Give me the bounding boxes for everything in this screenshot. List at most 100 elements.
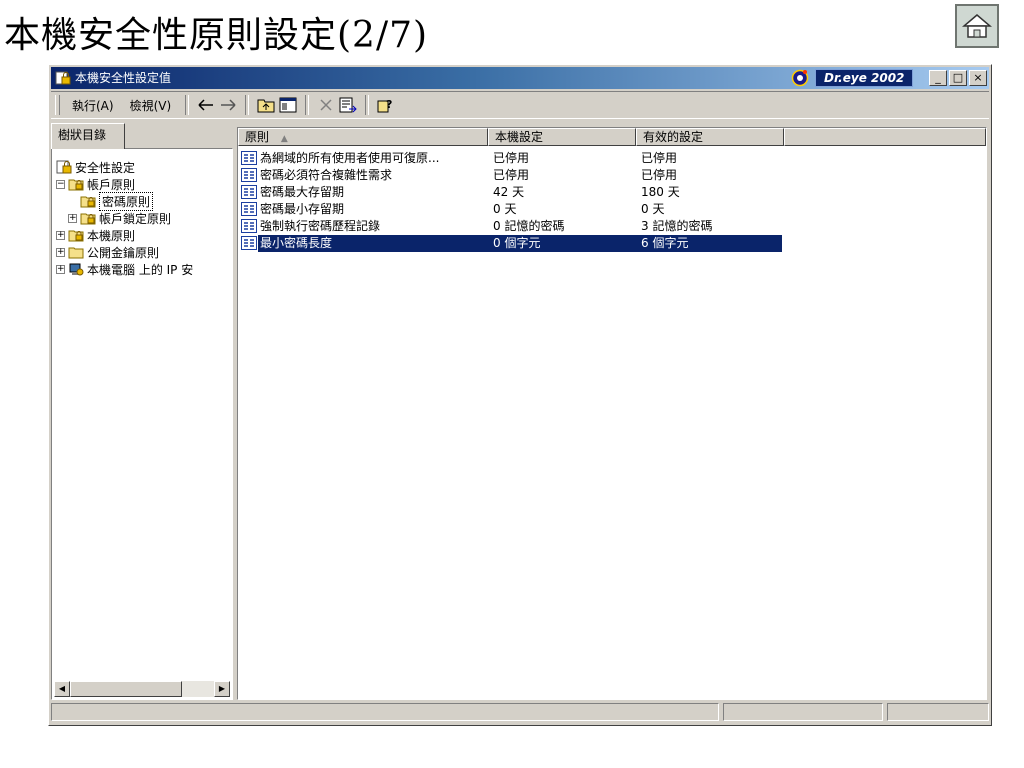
column-header-local-setting[interactable]: 本機設定 [488, 128, 636, 146]
policy-icon [241, 168, 257, 182]
menu-action[interactable]: 執行(A) [64, 97, 122, 114]
status-panel [887, 703, 989, 721]
security-settings-icon [55, 71, 71, 85]
table-row[interactable]: 密碼最小存留期 0 天 0 天 [238, 201, 783, 218]
policy-icon [241, 202, 257, 216]
export-list-icon [339, 97, 357, 113]
tab-tree[interactable]: 樹狀目錄 [51, 123, 125, 149]
tree-item-account-policies[interactable]: − 帳戶原則 [56, 176, 135, 192]
tree-item-label: 本機原則 [87, 228, 136, 243]
table-row[interactable]: 密碼必須符合複雜性需求 已停用 已停用 [238, 167, 783, 184]
up-folder-icon [257, 99, 275, 113]
locked-folder-icon [68, 230, 84, 242]
expand-toggle[interactable]: + [56, 247, 65, 257]
policy-name: 密碼最小存留期 [260, 202, 345, 216]
tree-pane-icon [279, 97, 297, 113]
column-header-label: 原則 [245, 130, 270, 144]
locked-folder-icon [80, 213, 96, 225]
tree-item-label: 帳戶鎖定原則 [99, 211, 172, 226]
dreye-logo: Dr.eye 2002 [815, 69, 914, 87]
column-header-policy[interactable]: 原則 ▲ [238, 128, 488, 146]
title-bar[interactable]: 本機安全性設定值 Dr.eye 2002 _ □ × [51, 67, 989, 89]
delete-x-icon [320, 99, 332, 111]
table-row-selected[interactable]: 最小密碼長度 0 個字元 6 個字元 [238, 235, 783, 252]
policy-name: 密碼最大存留期 [260, 185, 345, 199]
effective-setting: 180 天 [641, 185, 680, 199]
maximize-button[interactable]: □ [949, 70, 967, 86]
column-header-empty [784, 128, 986, 146]
local-setting: 42 天 [493, 185, 525, 199]
help-icon: ? [377, 98, 393, 113]
policy-icon [241, 219, 257, 233]
policy-icon [241, 151, 257, 165]
app-window: 本機安全性設定值 Dr.eye 2002 _ □ × 執行(A) 檢視(V) ?… [48, 64, 992, 726]
locked-folder-icon [68, 179, 84, 191]
home-button[interactable] [955, 4, 999, 48]
tree-item-password-policy[interactable]: 密碼原則 [80, 191, 154, 211]
expand-toggle[interactable]: + [56, 264, 65, 274]
table-row[interactable]: 密碼最大存留期 42 天 180 天 [238, 184, 783, 201]
help-button[interactable]: ? [375, 94, 397, 116]
menu-view[interactable]: 檢視(V) [122, 97, 180, 114]
toolbar-separator [365, 95, 370, 115]
local-setting: 0 個字元 [493, 236, 541, 250]
export-list-button[interactable] [337, 94, 359, 116]
effective-setting: 3 記憶的密碼 [641, 219, 713, 233]
tree-item-label: 密碼原則 [99, 191, 154, 211]
policy-name: 強制執行密碼歷程記錄 [260, 219, 381, 233]
ip-security-icon [69, 263, 84, 276]
table-row[interactable]: 強制執行密碼歷程記錄 0 記憶的密碼 3 記憶的密碼 [238, 218, 783, 235]
tree-item-label: 安全性設定 [75, 160, 136, 175]
table-row[interactable]: 為網域的所有使用者使用可復原... 已停用 已停用 [238, 150, 783, 167]
status-bar [51, 703, 989, 723]
effective-setting: 6 個字元 [641, 236, 689, 250]
tree-horizontal-scrollbar[interactable]: ◀ ▶ [54, 681, 230, 697]
scroll-left-button[interactable]: ◀ [54, 681, 70, 697]
effective-setting: 已停用 [641, 168, 678, 182]
delete-button[interactable] [315, 94, 337, 116]
tree-item-label: 公開金鑰原則 [87, 245, 160, 260]
local-setting: 已停用 [493, 151, 530, 165]
forward-button[interactable] [217, 94, 239, 116]
toolbar-grip [55, 95, 60, 115]
tree-item-security-settings[interactable]: 安全性設定 [56, 159, 135, 175]
scroll-thumb[interactable] [70, 681, 182, 697]
tree-item-account-lockout-policy[interactable]: + 帳戶鎖定原則 [68, 210, 171, 226]
effective-setting: 0 天 [641, 202, 665, 216]
show-hide-tree-button[interactable] [277, 94, 299, 116]
tree-item-public-key-policies[interactable]: + 公開金鑰原則 [56, 244, 159, 260]
status-panel [723, 703, 883, 721]
folder-icon [68, 247, 84, 259]
tree-pane: 安全性設定 − 帳戶原則 密碼原則 + 帳戶鎖定原則 + 本機原則 + 公開金鑰… [51, 148, 233, 700]
tree-item-ip-security[interactable]: + 本機電腦 上的 IP 安 [56, 261, 193, 277]
minimize-button[interactable]: _ [929, 70, 947, 86]
policy-name: 最小密碼長度 [260, 236, 333, 250]
up-level-button[interactable] [255, 94, 277, 116]
toolbar: 執行(A) 檢視(V) ? [51, 91, 989, 119]
collapse-toggle[interactable]: − [56, 179, 65, 189]
expand-toggle[interactable]: + [56, 230, 65, 240]
policy-name: 密碼必須符合複雜性需求 [260, 168, 393, 182]
slide-title: 本機安全性原則設定(2/7) [4, 15, 429, 56]
dreye-icon [791, 69, 809, 87]
local-setting: 已停用 [493, 168, 530, 182]
locked-folder-icon [80, 196, 96, 208]
tree-item-label: 本機電腦 上的 IP 安 [87, 262, 194, 277]
status-panel [51, 703, 719, 721]
svg-text:?: ? [386, 98, 392, 111]
local-setting: 0 天 [493, 202, 517, 216]
back-arrow-icon [198, 99, 214, 111]
toolbar-separator [245, 95, 250, 115]
forward-arrow-icon [221, 99, 236, 111]
close-button[interactable]: × [969, 70, 987, 86]
expand-toggle[interactable]: + [68, 213, 77, 223]
column-header-effective-setting[interactable]: 有效的設定 [636, 128, 784, 146]
toolbar-separator [305, 95, 310, 115]
local-setting: 0 記憶的密碼 [493, 219, 565, 233]
security-settings-icon [56, 160, 72, 174]
policy-icon [241, 236, 257, 250]
tree-item-local-policies[interactable]: + 本機原則 [56, 227, 135, 243]
scroll-right-button[interactable]: ▶ [214, 681, 230, 697]
home-icon [962, 14, 992, 38]
back-button[interactable] [195, 94, 217, 116]
